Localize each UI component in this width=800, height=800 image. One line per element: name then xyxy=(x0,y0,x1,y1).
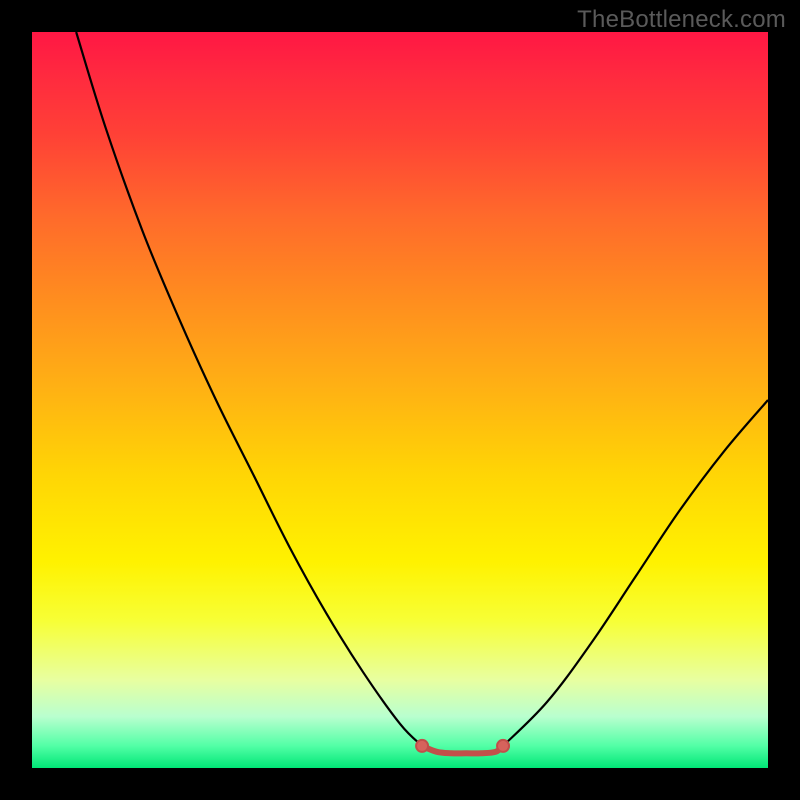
watermark-text: TheBottleneck.com xyxy=(577,6,786,34)
curve-left-branch xyxy=(76,32,422,746)
chart-svg xyxy=(32,32,768,768)
floor-segment-line xyxy=(422,746,503,753)
floor-endpoint-left xyxy=(416,740,428,752)
floor-endpoint-right xyxy=(497,740,509,752)
curve-right-branch xyxy=(503,400,768,746)
chart-plot-area xyxy=(32,32,768,768)
